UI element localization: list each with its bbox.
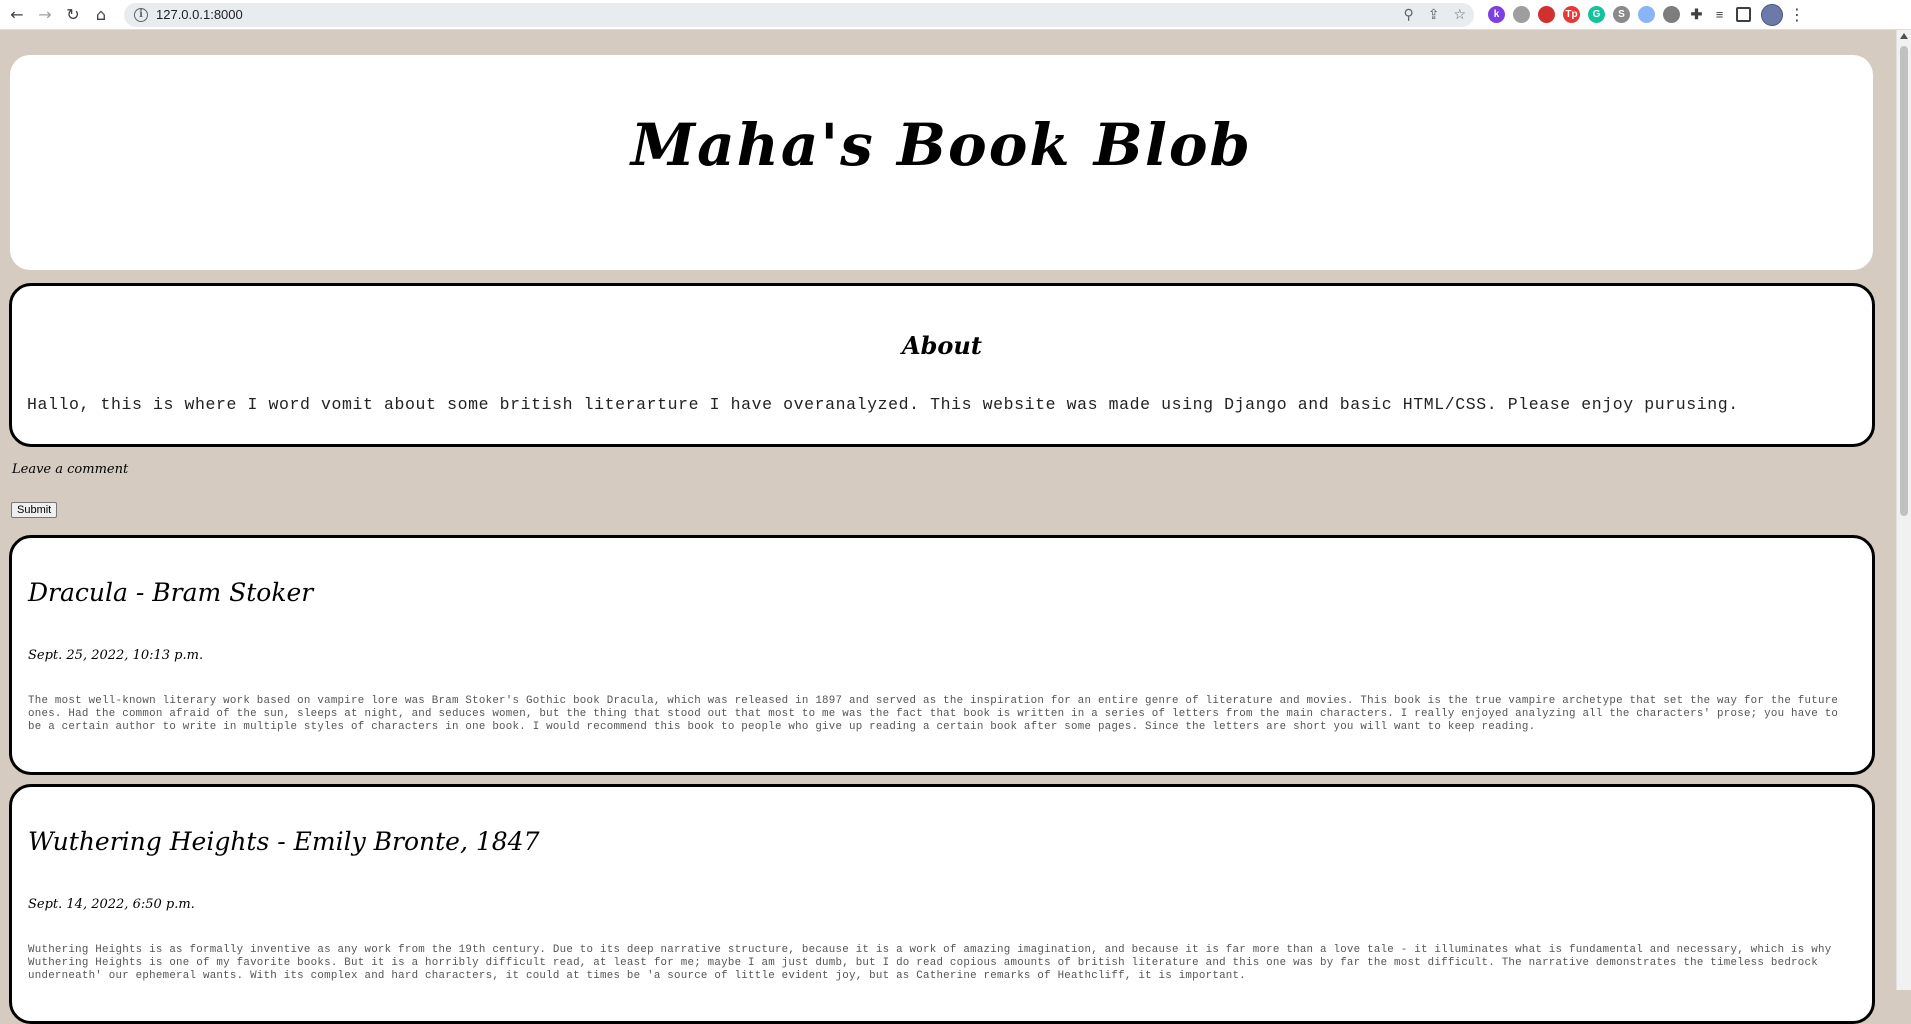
post-date: Sept. 14, 2022, 6:50 p.m. [28, 897, 195, 912]
forward-icon[interactable]: → [34, 4, 56, 26]
post-body: The most well-known literary work based … [28, 695, 1839, 733]
browser-menu-icon[interactable]: ⋮ [1789, 5, 1805, 24]
grammarly-extension-icon[interactable]: G [1588, 6, 1605, 23]
image-extension-icon[interactable] [1663, 6, 1680, 23]
profile-avatar[interactable] [1761, 3, 1783, 26]
reader-extension-icon[interactable] [1513, 6, 1530, 23]
url-text[interactable]: 127.0.0.1:8000 [156, 7, 243, 22]
s-extension-icon[interactable]: S [1613, 6, 1630, 23]
post-body: Wuthering Heights is as formally inventi… [28, 944, 1832, 982]
post-title[interactable]: Dracula - Bram Stoker [28, 578, 313, 607]
puzzle-extensions-icon[interactable]: ✚ [1688, 6, 1705, 23]
about-text: Hallo, this is where I word vomit about … [27, 395, 1739, 414]
page-scrollbar[interactable] [1896, 30, 1911, 990]
back-icon[interactable]: ← [6, 4, 28, 26]
scroll-up-arrow-icon[interactable] [1900, 33, 1908, 39]
post-card: Wuthering Heights - Emily Bronte, 1847 S… [9, 784, 1875, 1024]
post-title[interactable]: Wuthering Heights - Emily Bronte, 1847 [28, 827, 540, 856]
side-panel-icon[interactable] [1736, 7, 1751, 22]
leave-comment-label: Leave a comment [12, 462, 129, 477]
share-icon[interactable]: ⇪ [1428, 7, 1440, 23]
tp-extension-icon[interactable]: Tp [1563, 6, 1580, 23]
site-title: Maha's Book Blob [630, 111, 1253, 179]
site-info-icon[interactable]: i [134, 7, 148, 22]
reload-icon[interactable]: ↻ [62, 4, 84, 26]
extensions-bar: k Tp G S [1488, 6, 1680, 23]
browser-toolbar: ← → ↻ ⌂ i 127.0.0.1:8000 ⚲ ⇪ ☆ k Tp G S ✚ ≡… [0, 0, 1911, 30]
scrollbar-thumb[interactable] [1900, 46, 1908, 516]
k-extension-icon[interactable]: k [1488, 6, 1505, 23]
address-bar[interactable]: i 127.0.0.1:8000 ⚲ ⇪ ☆ [124, 2, 1474, 27]
site-header: Maha's Book Blob [10, 55, 1873, 270]
globe-extension-icon[interactable] [1638, 6, 1655, 23]
post-card: Dracula - Bram Stoker Sept. 25, 2022, 10… [9, 535, 1875, 775]
media-queue-icon[interactable]: ≡ [1711, 6, 1728, 23]
bookmark-star-icon[interactable]: ☆ [1453, 7, 1466, 23]
home-icon[interactable]: ⌂ [90, 4, 112, 26]
submit-button[interactable]: Submit [11, 502, 58, 518]
adblock-extension-icon[interactable] [1538, 6, 1555, 23]
zoom-icon[interactable]: ⚲ [1403, 7, 1413, 23]
about-section: About Hallo, this is where I word vomit … [9, 283, 1875, 447]
about-heading: About [902, 331, 982, 360]
post-date: Sept. 25, 2022, 10:13 p.m. [28, 648, 204, 663]
